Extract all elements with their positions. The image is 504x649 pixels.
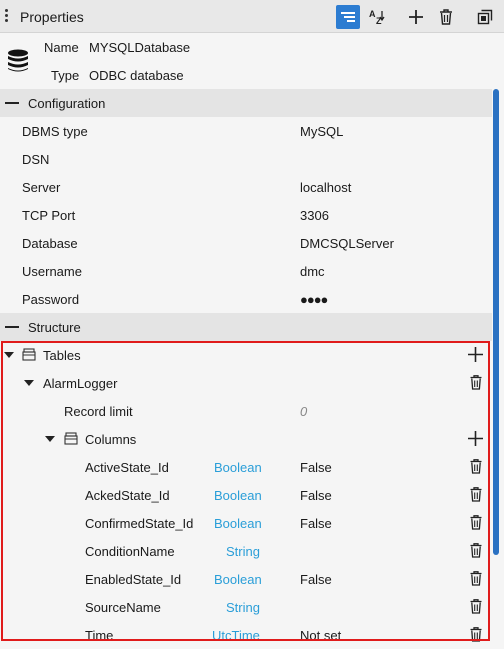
column-name: ActiveState_Id <box>85 460 169 475</box>
property-row-dsn[interactable]: DSN <box>0 145 492 173</box>
collapse-icon <box>5 326 19 328</box>
sort-az-icon: A Z <box>369 9 385 25</box>
delete-button[interactable] <box>434 5 458 29</box>
svg-text:A: A <box>369 9 376 19</box>
column-type[interactable]: String <box>226 600 260 615</box>
add-table-icon[interactable] <box>468 347 483 362</box>
drag-handle-icon[interactable] <box>5 9 8 23</box>
column-row[interactable]: AckedState_Id Boolean False <box>0 481 492 509</box>
column-type[interactable]: Boolean <box>214 516 262 531</box>
database-icon <box>8 49 28 72</box>
record-limit-value[interactable]: 0 <box>300 404 307 419</box>
column-row[interactable]: Time UtcTime Not set <box>0 621 492 649</box>
delete-column-icon[interactable] <box>470 599 482 614</box>
column-name: ConfirmedState_Id <box>85 516 194 531</box>
column-default[interactable]: False <box>300 460 332 475</box>
svg-text:Z: Z <box>376 16 382 25</box>
property-row-database[interactable]: Database DMCSQLServer <box>0 229 492 257</box>
structure-section-header[interactable]: Structure <box>0 313 492 341</box>
column-type[interactable]: Boolean <box>214 572 262 587</box>
property-value[interactable]: 3306 <box>300 208 329 223</box>
property-value[interactable]: dmc <box>300 264 325 279</box>
categorized-icon <box>341 12 355 22</box>
columns-label: Columns <box>85 432 137 447</box>
column-name: SourceName <box>85 600 161 615</box>
table-icon <box>22 348 36 361</box>
configuration-section-header[interactable]: Configuration <box>0 89 492 117</box>
property-key: TCP Port <box>22 208 76 223</box>
column-name: Time <box>85 628 114 643</box>
column-row[interactable]: SourceName String <box>0 593 492 621</box>
delete-column-icon[interactable] <box>470 459 482 474</box>
column-default[interactable]: False <box>300 516 332 531</box>
tables-label: Tables <box>43 348 81 363</box>
property-key: Username <box>22 264 82 279</box>
property-row-dbms-type[interactable]: DBMS type MySQL <box>0 117 492 145</box>
record-limit-label: Record limit <box>64 404 133 419</box>
delete-column-icon[interactable] <box>470 487 482 502</box>
delete-table-icon[interactable] <box>470 375 482 390</box>
sort-alphabetical-button[interactable]: A Z <box>365 5 389 29</box>
name-value[interactable]: MYSQLDatabase <box>89 40 190 55</box>
structure-title: Structure <box>28 320 81 335</box>
collapse-icon <box>5 102 19 104</box>
column-type[interactable]: Boolean <box>214 488 262 503</box>
trash-icon <box>440 9 452 25</box>
column-default[interactable]: False <box>300 572 332 587</box>
record-limit-row[interactable]: Record limit 0 <box>0 397 492 425</box>
property-key: DSN <box>22 152 50 167</box>
table-name: AlarmLogger <box>43 376 118 391</box>
type-value: ODBC database <box>89 68 184 83</box>
categorized-view-button[interactable] <box>336 5 360 29</box>
property-row-password[interactable]: Password ●●●● <box>0 285 492 313</box>
property-value[interactable]: localhost <box>300 180 351 195</box>
property-row-username[interactable]: Username dmc <box>0 257 492 285</box>
column-row[interactable]: EnabledState_Id Boolean False <box>0 565 492 593</box>
expand-arrow-icon[interactable] <box>45 436 55 442</box>
table-node-alarmlogger[interactable]: AlarmLogger <box>0 369 492 397</box>
property-key: Server <box>22 180 61 195</box>
type-label: Type <box>51 68 80 83</box>
column-name: AckedState_Id <box>85 488 170 503</box>
delete-column-icon[interactable] <box>470 515 482 530</box>
scrollbar-thumb[interactable] <box>493 89 499 555</box>
property-key: DBMS type <box>22 124 88 139</box>
add-button[interactable] <box>404 5 428 29</box>
columns-icon <box>64 432 78 445</box>
property-key: Database <box>22 236 78 251</box>
property-key: Password <box>22 292 80 307</box>
column-name: EnabledState_Id <box>85 572 182 587</box>
column-row[interactable]: ConfirmedState_Id Boolean False <box>0 509 492 537</box>
property-value[interactable]: DMCSQLServer <box>300 236 394 251</box>
expand-arrow-icon[interactable] <box>4 352 14 358</box>
tables-node[interactable]: Tables <box>0 341 492 369</box>
panel-title: Properties <box>20 9 84 25</box>
column-name: ConditionName <box>85 544 175 559</box>
column-row[interactable]: ActiveState_Id Boolean False <box>0 453 492 481</box>
property-row-server[interactable]: Server localhost <box>0 173 492 201</box>
column-type[interactable]: String <box>226 544 260 559</box>
plus-icon <box>409 10 423 24</box>
object-header: Name MYSQLDatabase Type ODBC database <box>0 33 504 89</box>
columns-node[interactable]: Columns <box>0 425 492 453</box>
expand-arrow-icon[interactable] <box>24 380 34 386</box>
column-row[interactable]: ConditionName String <box>0 537 492 565</box>
add-column-icon[interactable] <box>468 431 483 446</box>
name-label: Name <box>44 40 79 55</box>
column-default[interactable]: False <box>300 488 332 503</box>
configuration-title: Configuration <box>28 96 106 111</box>
column-type[interactable]: UtcTime <box>212 628 260 643</box>
column-default[interactable]: Not set <box>300 628 341 643</box>
popout-button[interactable] <box>473 5 497 29</box>
panel-titlebar: Properties A Z <box>0 0 504 33</box>
property-value[interactable]: MySQL <box>300 124 343 139</box>
password-value[interactable]: ●●●● <box>300 292 328 307</box>
delete-column-icon[interactable] <box>470 543 482 558</box>
column-type[interactable]: Boolean <box>214 460 262 475</box>
popout-icon <box>477 9 493 25</box>
property-row-tcp-port[interactable]: TCP Port 3306 <box>0 201 492 229</box>
delete-column-icon[interactable] <box>470 571 482 586</box>
delete-column-icon[interactable] <box>470 627 482 642</box>
